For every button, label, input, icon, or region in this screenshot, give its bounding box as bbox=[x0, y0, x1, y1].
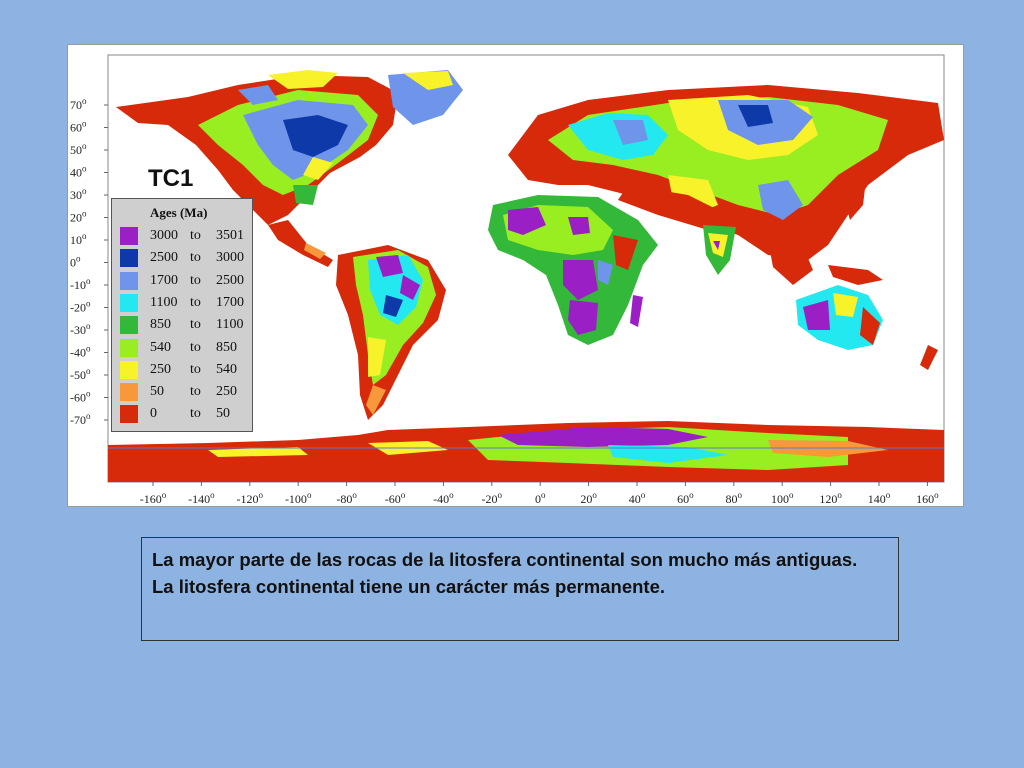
legend-to: 1100 bbox=[216, 317, 244, 333]
legend-item: 50 to 250 bbox=[120, 381, 237, 403]
australia bbox=[796, 265, 938, 370]
longitude-label: 80o bbox=[726, 490, 743, 506]
latitude-label: 30o bbox=[70, 186, 87, 202]
longitude-label: -20o bbox=[482, 490, 503, 506]
latitude-label: 40o bbox=[70, 164, 87, 180]
legend-swatch bbox=[120, 293, 138, 312]
legend-item: 3000 to 3501 bbox=[120, 225, 244, 247]
legend-from: 50 bbox=[150, 384, 164, 400]
legend-to: 3501 bbox=[216, 228, 244, 243]
caption-line-2: La litosfera continental tiene un caráct… bbox=[152, 576, 666, 597]
legend-item: 1100 to 1700 bbox=[120, 292, 244, 314]
south-america bbox=[336, 245, 446, 420]
legend-to: 50 bbox=[216, 406, 230, 422]
longitude-label: -80o bbox=[336, 490, 357, 506]
longitude-label: -120o bbox=[237, 490, 264, 506]
legend-from: 3000 bbox=[150, 228, 178, 243]
longitude-label: 120o bbox=[819, 490, 842, 506]
longitude-label: 20o bbox=[580, 490, 597, 506]
legend-to: 250 bbox=[216, 384, 237, 400]
legend-from: 850 bbox=[150, 317, 171, 333]
longitude-label: -140o bbox=[188, 490, 215, 506]
legend-from: 1700 bbox=[150, 272, 178, 288]
legend-sep: to bbox=[190, 384, 201, 400]
legend-swatch bbox=[120, 249, 138, 268]
legend-swatch bbox=[120, 338, 138, 357]
legend-item: 0 to 50 bbox=[120, 403, 230, 425]
latitude-label: 60o bbox=[70, 119, 87, 135]
legend-sep: to bbox=[190, 294, 201, 310]
latitude-label: -40o bbox=[70, 344, 91, 360]
latitude-label: -50o bbox=[70, 366, 91, 382]
world-map: 70o 60o 50o 40o 30o 20o 10o 0o -10o -20o -30o -40o -… bbox=[67, 44, 964, 507]
latitude-label: -60o bbox=[70, 389, 91, 405]
legend-from: 1100 bbox=[150, 294, 178, 310]
legend-from: 2500 bbox=[150, 250, 178, 266]
legend-swatch bbox=[120, 316, 138, 335]
legend-to: 850 bbox=[216, 339, 237, 355]
legend-from: 540 bbox=[150, 339, 171, 355]
longitude-label: -60o bbox=[385, 490, 406, 506]
legend-sep: to bbox=[190, 272, 201, 288]
latitude-label: 20o bbox=[70, 209, 87, 225]
legend-item: 540 to 850 bbox=[120, 337, 237, 359]
longitude-label: 60o bbox=[677, 490, 694, 506]
legend-to: 540 bbox=[216, 361, 237, 377]
legend-sep: to bbox=[190, 250, 201, 266]
legend-to: 1700 bbox=[216, 294, 244, 310]
latitude-label: -30o bbox=[70, 321, 91, 337]
caption-box: La mayor parte de las rocas de la litosf… bbox=[141, 537, 899, 641]
legend-sep: to bbox=[190, 228, 201, 243]
longitude-label: 140o bbox=[868, 490, 891, 506]
legend-sep: to bbox=[190, 339, 201, 355]
latitude-label: 70o bbox=[70, 96, 87, 112]
legend-to: 2500 bbox=[216, 272, 244, 288]
legend-item: 1700 to 2500 bbox=[120, 270, 244, 292]
latitude-label: -20o bbox=[70, 299, 91, 315]
map-title: TC1 bbox=[148, 165, 194, 192]
longitude-label: -100o bbox=[285, 490, 312, 506]
legend-swatch bbox=[120, 405, 138, 424]
age-legend: Ages (Ma) 3000 to 3501 2500 to 3000 1700 to 2500… bbox=[111, 198, 253, 432]
legend-to: 3000 bbox=[216, 250, 244, 266]
legend-item: 850 to 1100 bbox=[120, 314, 243, 336]
latitude-label: -70o bbox=[70, 411, 91, 427]
legend-sep: to bbox=[190, 361, 201, 377]
legend-swatch bbox=[120, 360, 138, 379]
latitude-label: 50o bbox=[70, 141, 87, 157]
latitude-label: 0o bbox=[70, 254, 81, 270]
latitude-label: -10o bbox=[70, 276, 91, 292]
latitude-label: 10o bbox=[70, 231, 87, 247]
longitude-label: 40o bbox=[629, 490, 646, 506]
legend-item: 250 to 540 bbox=[120, 359, 237, 381]
longitude-label: 100o bbox=[771, 490, 794, 506]
legend-swatch bbox=[120, 227, 138, 245]
caption-line-1: La mayor parte de las rocas de la litosf… bbox=[152, 549, 858, 570]
longitude-label: -160o bbox=[140, 490, 167, 506]
legend-title: Ages (Ma) bbox=[150, 205, 208, 220]
latitude-axis: 70o 60o 50o 40o 30o 20o 10o 0o -10o -20o -30o -40o -… bbox=[70, 96, 91, 427]
legend-sep: to bbox=[190, 317, 201, 333]
longitude-label: -40o bbox=[433, 490, 454, 506]
legend-from: 250 bbox=[150, 361, 171, 377]
longitude-label: 160o bbox=[916, 490, 939, 506]
longitude-axis: -160o -140o -120o -100o -80o -60o -40o -20o 0o 20… bbox=[140, 490, 939, 506]
legend-swatch bbox=[120, 271, 138, 290]
africa bbox=[488, 195, 658, 345]
legend-sep: to bbox=[190, 406, 201, 422]
legend-item: 2500 to 3000 bbox=[120, 247, 244, 269]
legend-swatch bbox=[120, 383, 138, 402]
legend-from: 0 bbox=[150, 406, 157, 422]
longitude-label: 0o bbox=[535, 490, 546, 506]
